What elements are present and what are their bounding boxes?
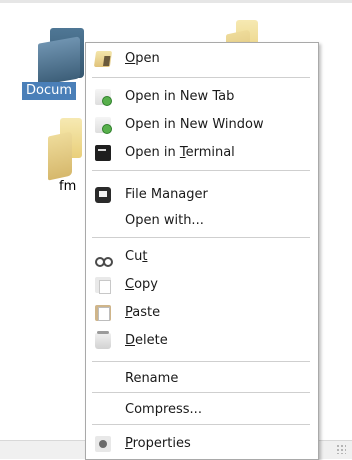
menu-open-with-label: Open with... [125,213,204,228]
fm-label: fm [59,179,77,194]
documents-folder-icon[interactable] [20,14,84,86]
menu-separator [92,392,310,393]
menu-item-file-manager[interactable]: File Manager [88,181,314,209]
menu-open-terminal-prefix: Open in [125,145,180,160]
menu-delete-mnemonic: D [125,333,136,348]
menu-copy-label: opy [134,277,158,292]
copy-icon [95,277,111,294]
menu-item-delete[interactable]: Delete [88,327,314,355]
cut-icon [95,249,113,267]
menu-open-new-window-label: Open in New Window [125,117,264,132]
menu-item-properties[interactable]: Properties [88,430,314,458]
menu-open-terminal-suffix: erminal [185,145,235,160]
top-border [0,0,352,3]
menu-file-manager-label: File Manager [125,187,208,202]
menu-separator [92,424,310,425]
menu-separator [92,237,310,238]
open-folder-icon [93,51,113,67]
menu-item-cut[interactable]: Cut [88,243,314,271]
menu-item-copy[interactable]: Copy [88,271,314,299]
terminal-icon [95,145,111,161]
menu-cut-prefix: Cu [125,249,143,264]
menu-open-mnemonic: O [125,51,136,66]
file-manager-icon [95,187,111,203]
menu-item-rename[interactable]: Rename [88,365,314,393]
menu-properties-mnemonic: P [125,436,133,451]
documents-label: Docum [22,82,77,100]
new-tab-icon [95,89,112,106]
properties-icon [95,436,111,452]
menu-item-open-with[interactable]: Open with... [88,207,314,235]
menu-separator [92,77,310,78]
menu-item-open-new-window[interactable]: Open in New Window [88,111,314,139]
fm-folder-icon[interactable] [28,112,88,181]
new-window-icon [95,117,112,134]
menu-separator [92,170,310,171]
menu-separator [92,361,310,362]
menu-delete-label: elete [135,333,168,348]
menu-item-open-terminal[interactable]: Open in Terminal [88,139,314,167]
menu-item-paste[interactable]: Paste [88,299,314,327]
paste-icon [95,305,111,321]
resize-grip-icon[interactable] [336,444,346,454]
menu-item-open-new-tab[interactable]: Open in New Tab [88,83,314,111]
menu-compress-label: Compress... [125,402,202,417]
menu-item-open[interactable]: Open [88,45,314,73]
delete-icon [95,331,111,349]
menu-item-compress[interactable]: Compress... [88,396,314,424]
menu-open-label: pen [135,51,160,66]
menu-open-new-tab-label: Open in New Tab [125,89,235,104]
context-menu: Open Open in New Tab Open in New Window … [85,42,319,460]
menu-paste-label: aste [132,305,161,320]
menu-cut-mnemonic: t [142,249,148,264]
menu-properties-label: roperties [132,436,191,451]
menu-copy-mnemonic: C [125,277,135,292]
menu-rename-label: Rename [125,371,179,386]
